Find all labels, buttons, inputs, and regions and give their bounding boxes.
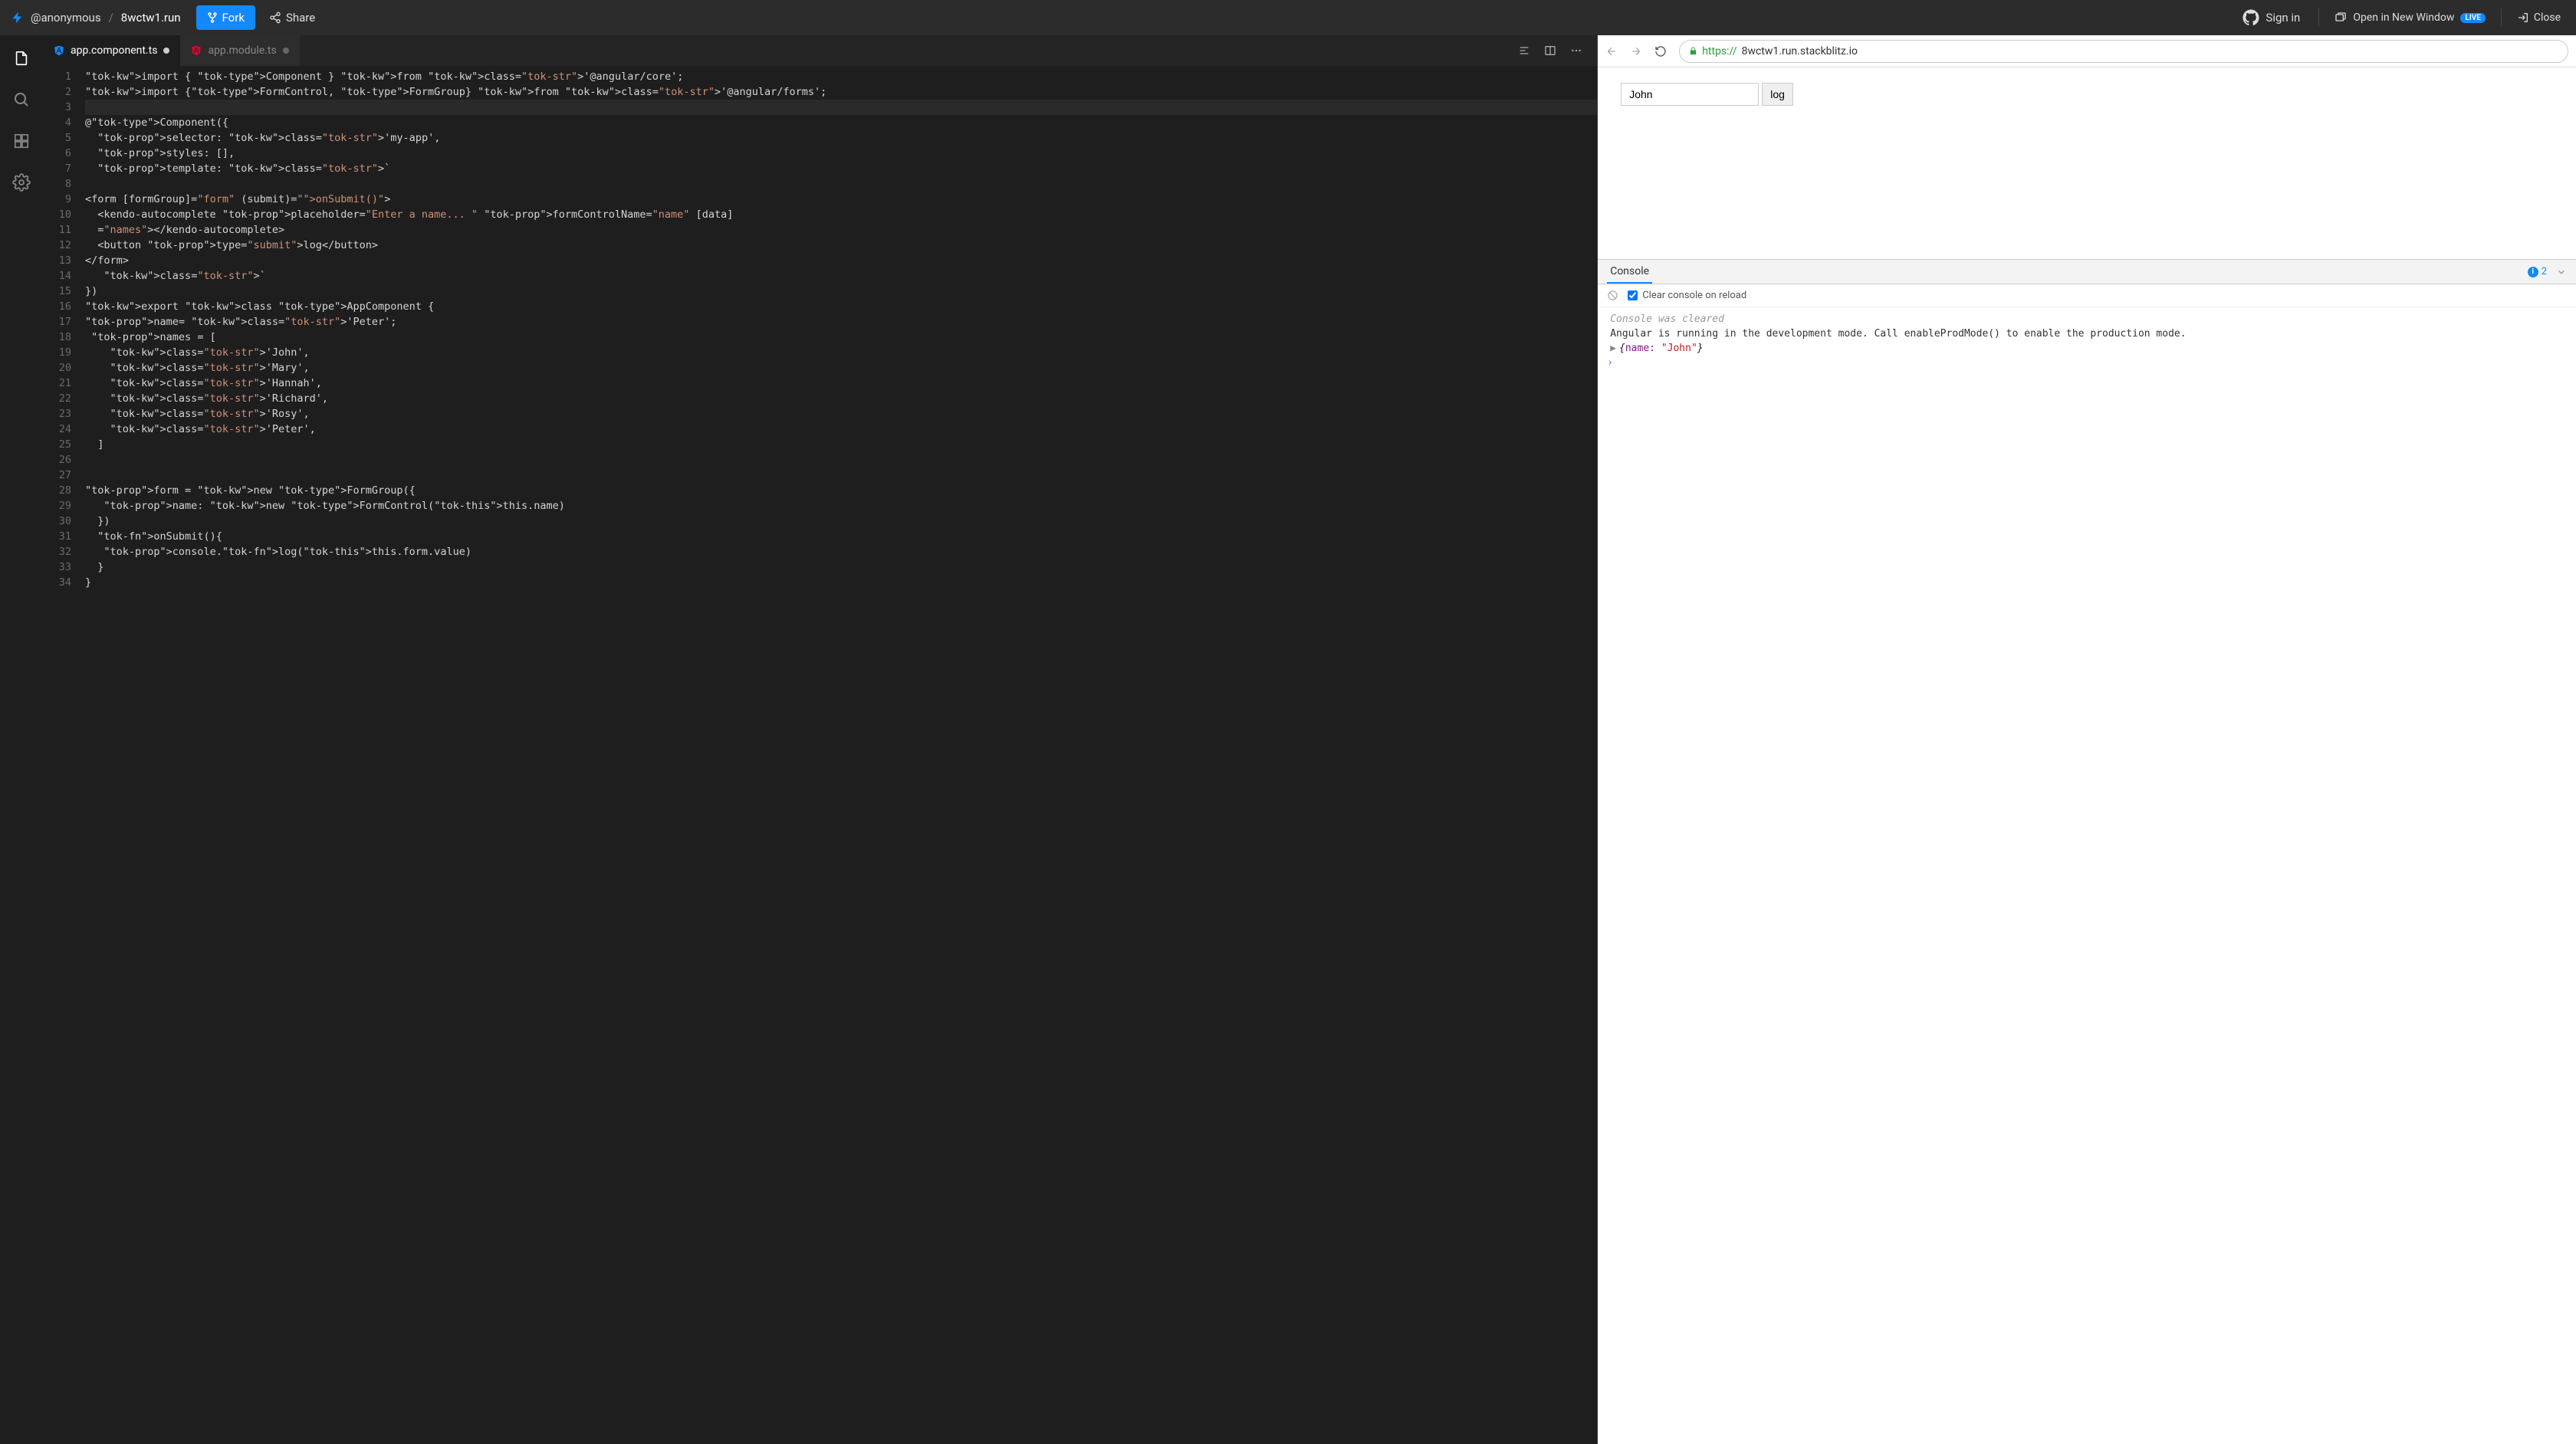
url-bar[interactable]: https://8wctw1.run.stackblitz.io [1679, 40, 2568, 63]
dirty-indicator-icon [283, 48, 289, 54]
live-badge: LIVE [2460, 13, 2485, 23]
preview-body: log [1598, 67, 2576, 259]
settings-icon[interactable] [11, 172, 32, 193]
activity-bar [0, 35, 43, 1444]
more-icon[interactable] [1563, 35, 1589, 66]
tab-app-module[interactable]: app.module.ts [180, 35, 299, 66]
console-line: Angular is running in the development mo… [1598, 327, 2576, 341]
code-editor[interactable]: 1234567891011121314151617181920212223242… [43, 66, 1597, 1444]
console-line[interactable]: ▶{name: "John"} [1598, 341, 2576, 356]
name-input[interactable] [1621, 83, 1759, 106]
fork-button[interactable]: Fork [196, 5, 255, 30]
signin-button[interactable]: Sign in [2235, 5, 2308, 31]
ports-icon[interactable] [11, 130, 32, 152]
preview-pane: https://8wctw1.run.stackblitz.io log Con… [1597, 35, 2576, 1444]
console-output[interactable]: Console was cleared Angular is running i… [1598, 307, 2576, 1444]
open-new-window-button[interactable]: Open in New Window LIVE [2330, 7, 2490, 28]
clear-console-icon[interactable] [1607, 290, 1618, 301]
window-icon [2334, 11, 2347, 24]
owner-label[interactable]: @anonymous [31, 11, 101, 25]
info-count[interactable]: i 2 [2528, 266, 2547, 277]
tab-app-component[interactable]: app.component.ts [43, 35, 180, 66]
log-button[interactable]: log [1762, 83, 1793, 106]
github-icon [2242, 9, 2259, 26]
explorer-icon[interactable] [11, 48, 32, 69]
editor-tabs: app.component.ts app.module.ts [43, 35, 1597, 66]
angular-icon [191, 45, 202, 56]
console-tab[interactable]: Console [1607, 261, 1652, 284]
angular-icon [54, 45, 64, 56]
console-toolbar: Clear console on reload [1598, 284, 2576, 307]
lock-icon [1689, 47, 1697, 55]
share-button[interactable]: Share [261, 5, 323, 30]
console-panel: Console i 2 Clear c [1598, 259, 2576, 1444]
info-icon: i [2528, 267, 2538, 277]
breadcrumb: @anonymous / 8wctw1.run [31, 11, 181, 25]
preview-toolbar: https://8wctw1.run.stackblitz.io [1598, 35, 2576, 67]
collapse-icon[interactable] [2556, 267, 2567, 277]
top-bar: @anonymous / 8wctw1.run Fork Share Sign … [0, 0, 2576, 35]
console-line: Console was cleared [1598, 312, 2576, 327]
forward-icon[interactable] [1630, 45, 1647, 57]
clear-on-reload-checkbox[interactable]: Clear console on reload [1628, 290, 1746, 301]
console-prompt[interactable]: › [1598, 356, 2576, 370]
reload-icon[interactable] [1654, 45, 1671, 57]
console-tabs: Console i 2 [1598, 260, 2576, 284]
search-icon[interactable] [11, 89, 32, 110]
logo-bolt-icon [11, 9, 25, 26]
close-button[interactable]: Close [2512, 7, 2565, 28]
split-editor-icon[interactable] [1537, 35, 1563, 66]
editor-pane: app.component.ts app.module.ts [43, 35, 1597, 1444]
project-label[interactable]: 8wctw1.run [121, 11, 181, 25]
back-icon[interactable] [1605, 45, 1622, 57]
exit-icon [2517, 11, 2529, 24]
expand-icon[interactable]: ▶ [1610, 343, 1616, 354]
format-icon[interactable] [1511, 35, 1537, 66]
dirty-indicator-icon [163, 48, 169, 54]
